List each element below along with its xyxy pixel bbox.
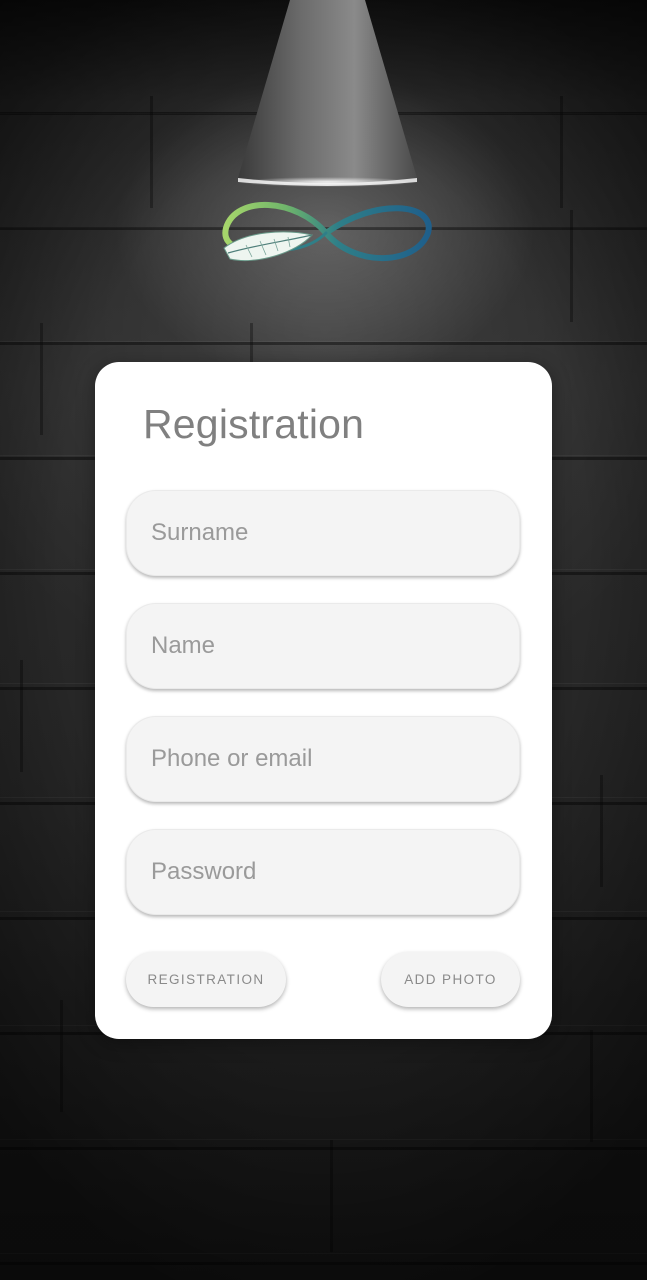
surname-field-wrapper — [126, 490, 520, 576]
phone-or-email-input[interactable] — [126, 716, 520, 802]
ceiling-lamp-icon — [235, 0, 420, 188]
name-input[interactable] — [126, 603, 520, 689]
surname-input[interactable] — [126, 490, 520, 576]
add-photo-button[interactable]: ADD PHOTO — [381, 952, 520, 1007]
registration-button[interactable]: REGISTRATION — [126, 952, 286, 1007]
password-input[interactable] — [126, 829, 520, 915]
name-field-wrapper — [126, 603, 520, 689]
registration-card: Registration REGISTRATION ADD PHOTO — [95, 362, 552, 1039]
password-field-wrapper — [126, 829, 520, 915]
infinity-feather-logo — [216, 193, 436, 275]
phone-email-field-wrapper — [126, 716, 520, 802]
page-title: Registration — [143, 401, 365, 447]
